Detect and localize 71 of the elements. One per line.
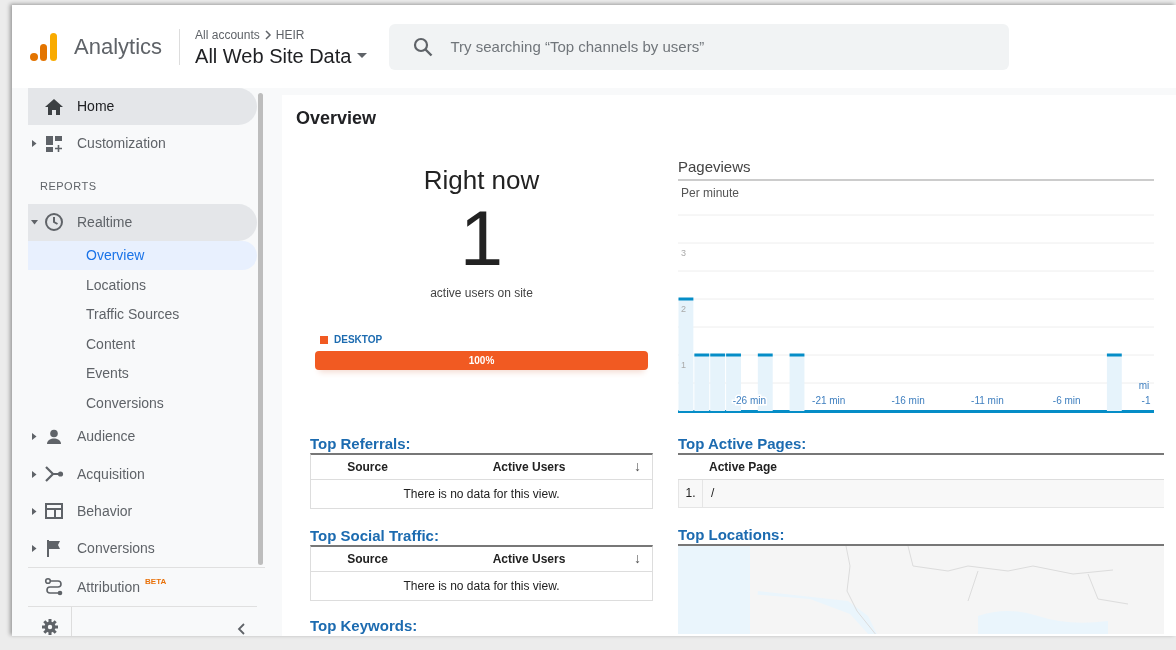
axis-label: -11 min: [971, 394, 1004, 406]
sort-indicator[interactable]: ↓: [634, 548, 641, 569]
caret-icon[interactable]: [32, 507, 37, 515]
chevron-icon: [263, 29, 272, 40]
section-title: Top Social Traffic:: [310, 526, 440, 545]
nav-item[interactable]: Home: [28, 88, 257, 126]
count-value: 1: [459, 195, 504, 281]
section-title: Right now: [423, 165, 540, 195]
bar: [1105, 353, 1124, 412]
section-title: Top Active Pages:: [678, 434, 808, 453]
caret-icon[interactable]: [32, 433, 37, 441]
column-header[interactable]: Source: [311, 457, 424, 476]
caret-icon[interactable]: [31, 219, 38, 225]
property-selector[interactable]: All Web Site Data: [195, 43, 368, 68]
page-link[interactable]: /: [711, 479, 715, 507]
axis-label: -26 min: [732, 394, 767, 406]
clock-icon: [43, 211, 65, 234]
nav-item[interactable]: Customization: [28, 125, 257, 163]
legend-label: DESKTOP: [334, 333, 383, 347]
nav-subitem[interactable]: Overview: [28, 240, 257, 271]
column-header[interactable]: Active Users: [424, 457, 634, 476]
caret-icon[interactable]: [357, 52, 368, 59]
breadcrumb-link[interactable]: HEIR: [275, 25, 305, 44]
chart-subtitle: Per minute: [681, 184, 741, 202]
page-title: Overview: [296, 107, 378, 130]
sort-indicator[interactable]: ↓: [634, 456, 641, 477]
section-title: Top Locations:: [678, 525, 786, 544]
nav-subitem[interactable]: Traffic Sources: [28, 299, 257, 330]
axis-label: -6 min: [1052, 394, 1081, 406]
section-title: Top Keywords:: [310, 616, 419, 635]
nav-subitem[interactable]: Conversions: [28, 388, 257, 419]
column-header[interactable]: Active Users: [424, 549, 634, 568]
nav-item[interactable]: Audience: [28, 418, 257, 456]
axis-label: 1: [681, 359, 686, 370]
axis-label: 2: [681, 303, 686, 314]
column-header[interactable]: Source: [311, 549, 424, 568]
nav-subitem[interactable]: Content: [28, 329, 257, 360]
breadcrumb-link[interactable]: All accounts: [195, 25, 260, 44]
axis-label: -21 min: [812, 394, 846, 406]
route-icon: [43, 576, 65, 598]
column-header[interactable]: Active Page: [709, 457, 778, 476]
bar: [708, 353, 727, 412]
caret-icon[interactable]: [32, 140, 37, 148]
chart-title: Pageviews: [678, 158, 751, 175]
axis-label: -16 min: [891, 394, 925, 406]
empty-message: There is no data for this view.: [403, 577, 560, 595]
caret-icon[interactable]: [32, 470, 37, 478]
nav-item[interactable]: Acquisition: [28, 455, 257, 493]
section-heading: REPORTS: [39, 178, 98, 194]
nav-item[interactable]: Realtime: [28, 203, 257, 241]
nav-item[interactable]: Conversions: [28, 529, 257, 567]
settings-icon[interactable]: [41, 617, 59, 636]
app-name: Analytics: [74, 33, 163, 61]
search-field[interactable]: Try searching “Top channels by users”: [389, 23, 1010, 70]
axis-label: 3: [681, 247, 686, 258]
collapse-icon[interactable]: [237, 622, 245, 635]
caption: active users on site: [430, 285, 533, 302]
axis-label: -1: [1141, 394, 1151, 406]
nav-item[interactable]: Behavior: [28, 492, 257, 530]
section-title: Top Referrals:: [310, 434, 412, 453]
nav-subitem[interactable]: Events: [28, 359, 257, 389]
caret-icon[interactable]: [32, 544, 37, 552]
row-number: 1.: [679, 479, 703, 507]
scrollbar-thumb[interactable]: [258, 93, 263, 565]
logo-icon: [30, 31, 58, 62]
nav-item[interactable]: Attribution BETA: [28, 568, 257, 606]
empty-message: There is no data for this view.: [403, 485, 560, 503]
nav-subitem[interactable]: Locations: [28, 270, 257, 300]
axis-label: mi: [1138, 379, 1150, 391]
bar: [788, 353, 806, 412]
percent-label: 100%: [467, 354, 496, 368]
